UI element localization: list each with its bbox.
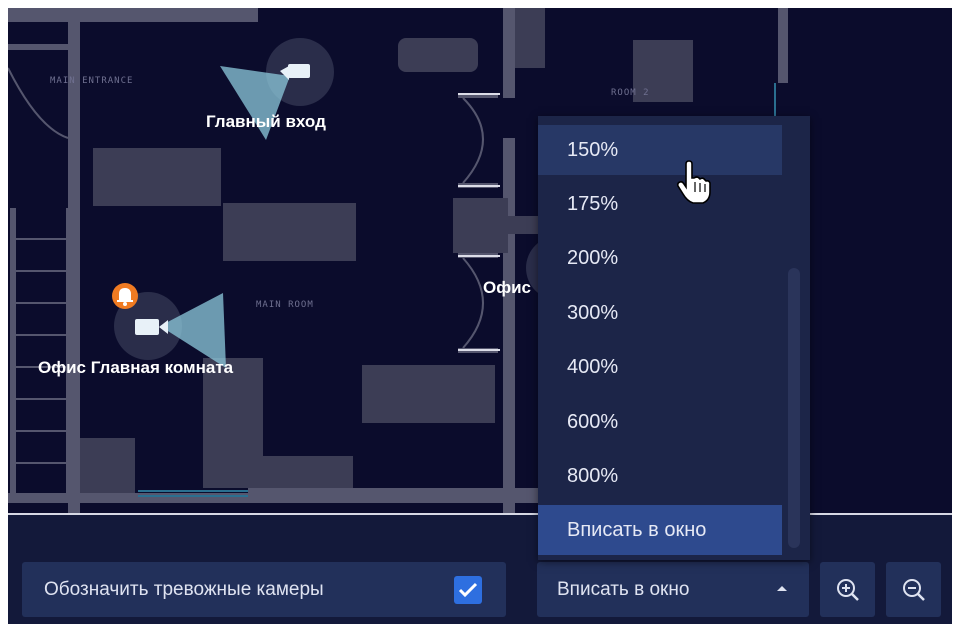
checkmark-icon	[458, 582, 478, 598]
room-label-main-entrance: MAIN ENTRANCE	[50, 76, 134, 86]
zoom-option-150[interactable]: 150%	[538, 125, 782, 175]
zoom-option-175[interactable]: 175%	[538, 179, 782, 229]
alarm-cameras-label: Обозначить тревожные камеры	[44, 578, 324, 600]
caret-up-icon	[777, 586, 787, 591]
room-label-room-2: ROOM 2	[611, 88, 650, 98]
zoom-option-600[interactable]: 600%	[538, 397, 782, 447]
zoom-option-200[interactable]: 200%	[538, 233, 782, 283]
bottom-toolbar: Обозначить тревожные камеры Вписать в ок…	[8, 515, 952, 624]
dropdown-scrollbar[interactable]	[788, 268, 800, 548]
zoom-option-fit-window[interactable]: Вписать в окно	[538, 505, 782, 555]
zoom-select[interactable]: Вписать в окно	[537, 562, 809, 617]
alarm-bell-icon	[112, 283, 138, 309]
floor-plan-drawing	[8, 8, 788, 513]
camera-label-entrance[interactable]: Главный вход	[206, 112, 326, 132]
zoom-in-button[interactable]	[820, 562, 875, 617]
camera-label-office[interactable]: Офис	[483, 278, 531, 298]
zoom-option-800[interactable]: 800%	[538, 451, 782, 501]
hand-cursor-icon	[676, 160, 711, 204]
zoom-dropdown: 150% 175% 200% 300% 400% 600% 800% Вписа…	[538, 116, 810, 560]
alarm-cameras-toggle[interactable]: Обозначить тревожные камеры	[22, 562, 506, 617]
floor-plan[interactable]: MAIN ENTRANCE ROOM 2 MAIN ROOM Главный в…	[8, 8, 952, 513]
zoom-option-300[interactable]: 300%	[538, 288, 782, 338]
zoom-in-icon	[836, 578, 859, 601]
zoom-select-value: Вписать в окно	[557, 578, 690, 600]
room-label-main-room: MAIN ROOM	[256, 300, 314, 310]
alarm-cameras-checkbox[interactable]	[454, 576, 482, 604]
camera-label-office-main-room[interactable]: Офис Главная комната	[38, 358, 233, 378]
zoom-out-button[interactable]	[886, 562, 941, 617]
map-viewer: MAIN ENTRANCE ROOM 2 MAIN ROOM Главный в…	[8, 8, 952, 624]
zoom-option-400[interactable]: 400%	[538, 342, 782, 392]
zoom-out-icon	[902, 578, 925, 601]
